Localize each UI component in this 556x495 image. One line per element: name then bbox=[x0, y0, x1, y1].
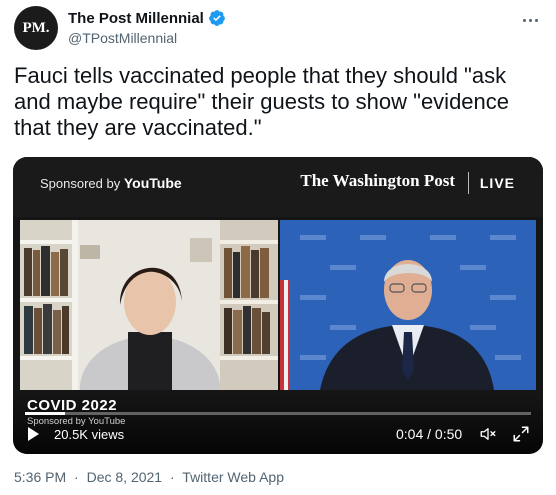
play-icon[interactable] bbox=[28, 427, 39, 441]
verified-badge-icon bbox=[208, 10, 225, 26]
more-options-icon[interactable] bbox=[518, 10, 542, 30]
tweet-source[interactable]: Twitter Web App bbox=[182, 469, 284, 485]
video-header: Sponsored by YouTube The Washington Post… bbox=[13, 157, 543, 217]
meta-separator: · bbox=[74, 469, 79, 485]
tweet-date[interactable]: Dec 8, 2021 bbox=[87, 469, 163, 485]
guest-image bbox=[280, 220, 536, 390]
meta-separator: · bbox=[169, 469, 175, 485]
header-divider bbox=[468, 172, 469, 194]
author-name[interactable]: The Post Millennial bbox=[68, 10, 204, 27]
tweet-text: Fauci tells vaccinated people that they … bbox=[14, 63, 510, 140]
volume-muted-icon[interactable] bbox=[478, 425, 498, 443]
video-caption-sub: Sponsored by YouTube bbox=[27, 416, 126, 427]
video-panel-interviewer bbox=[20, 220, 278, 390]
avatar[interactable]: PM. bbox=[14, 6, 58, 50]
fullscreen-icon[interactable] bbox=[512, 425, 530, 443]
video-player[interactable]: Sponsored by YouTube The Washington Post… bbox=[13, 157, 543, 454]
live-label: LIVE bbox=[479, 175, 515, 191]
author-name-row: The Post Millennial bbox=[68, 9, 226, 27]
sponsored-label: Sponsored by YouTube bbox=[40, 175, 182, 191]
interviewer-image bbox=[20, 220, 278, 390]
tweet-meta: 5:36 PM · Dec 8, 2021 · Twitter Web App bbox=[14, 469, 288, 485]
playback-time: 0:04 / 0:50 bbox=[396, 426, 463, 442]
publisher-logo: The Washington Post bbox=[300, 171, 455, 190]
author-handle[interactable]: @TPostMillennial bbox=[68, 30, 177, 46]
progress-bar[interactable] bbox=[25, 412, 531, 415]
view-count: 20.5K views bbox=[54, 427, 125, 442]
progress-fill bbox=[25, 412, 66, 415]
video-panel-guest bbox=[280, 220, 536, 390]
tweet-time[interactable]: 5:36 PM bbox=[14, 469, 66, 485]
